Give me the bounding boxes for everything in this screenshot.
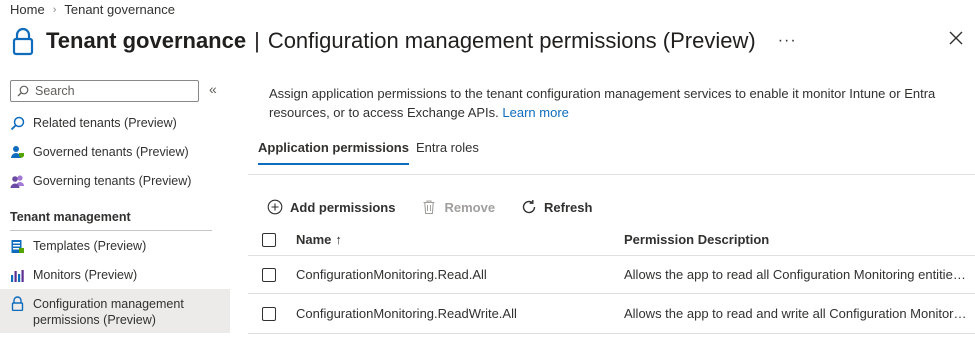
more-options-button[interactable]: ··· <box>778 32 797 50</box>
page-title: Tenant governance <box>46 28 247 53</box>
sort-ascending-icon: ↑ <box>335 232 342 247</box>
chart-icon <box>11 270 24 282</box>
sidebar-item-templates[interactable]: Templates (Preview) <box>0 239 230 259</box>
sidebar-item-governed-tenants[interactable]: Governed tenants (Preview) <box>0 145 230 165</box>
permission-description: Allows the app to read all Configuration… <box>624 267 969 282</box>
sidebar-item-configuration-management-permissions[interactable]: Configuration management permissions (Pr… <box>0 289 230 333</box>
row-checkbox[interactable] <box>262 306 276 321</box>
add-icon <box>267 199 283 215</box>
learn-more-link[interactable]: Learn more <box>502 105 568 120</box>
permission-name: ConfigurationMonitoring.Read.All <box>296 267 487 282</box>
add-permissions-label: Add permissions <box>290 199 396 215</box>
template-icon <box>11 240 24 253</box>
main-content: Assign application permissions to the te… <box>248 72 975 344</box>
users-icon <box>10 175 24 188</box>
sidebar-item-label-line-1: Configuration management <box>33 297 184 311</box>
search-input[interactable] <box>35 84 195 98</box>
sidebar: « Related tenants (Preview) Governed ten… <box>0 72 232 344</box>
select-all-checkbox[interactable] <box>262 232 276 247</box>
trash-icon <box>423 200 435 215</box>
sidebar-item-governing-tenants[interactable]: Governing tenants (Preview) <box>0 174 230 194</box>
table-row[interactable]: ConfigurationMonitoring.Read.All Allows … <box>248 256 975 294</box>
column-header-name-label: Name <box>296 232 332 247</box>
table-header-row: Name ↑ Permission Description <box>248 224 975 256</box>
breadcrumb: Home › Tenant governance <box>10 2 175 17</box>
tab-application-permissions[interactable]: Application permissions <box>258 140 409 165</box>
collapse-sidebar-button[interactable]: « <box>209 81 217 97</box>
permissions-table: Name ↑ Permission Description Configurati… <box>248 224 975 334</box>
sidebar-item-related-tenants[interactable]: Related tenants (Preview) <box>0 116 230 136</box>
close-icon[interactable] <box>946 28 966 48</box>
row-checkbox[interactable] <box>262 267 276 282</box>
sidebar-item-label: Governing tenants (Preview) <box>33 174 192 188</box>
column-header-name[interactable]: Name ↑ <box>296 232 342 247</box>
refresh-icon <box>522 200 536 214</box>
sidebar-item-monitors[interactable]: Monitors (Preview) <box>0 268 230 288</box>
tab-bar: Application permissions Entra roles <box>248 138 975 175</box>
search-icon <box>10 116 25 131</box>
description-text: Assign application permissions to the te… <box>269 86 936 120</box>
sidebar-item-label: Configuration management permissions (Pr… <box>33 296 184 328</box>
sidebar-item-label: Related tenants (Preview) <box>33 116 177 130</box>
breadcrumb-current[interactable]: Tenant governance <box>64 2 175 17</box>
permission-name: ConfigurationMonitoring.ReadWrite.All <box>296 306 517 321</box>
refresh-label: Refresh <box>544 199 593 215</box>
description: Assign application permissions to the te… <box>269 84 949 122</box>
search-box[interactable] <box>10 80 199 102</box>
sidebar-item-label: Monitors (Preview) <box>33 268 138 282</box>
section-heading-tenant-management: Tenant management <box>10 210 131 224</box>
page-subtitle: Configuration management permissions (Pr… <box>267 28 756 53</box>
lock-icon <box>12 27 34 56</box>
sidebar-item-label-line-2: permissions (Preview) <box>33 313 156 327</box>
divider <box>10 230 212 231</box>
column-header-description: Permission Description <box>624 232 770 247</box>
breadcrumb-separator: › <box>52 3 57 16</box>
page-header: Tenant governance | Configuration manage… <box>10 26 797 56</box>
permission-description: Allows the app to read and write all Con… <box>624 306 969 321</box>
remove-button[interactable]: Remove <box>421 199 495 215</box>
lock-icon <box>11 296 24 311</box>
sidebar-item-label: Governed tenants (Preview) <box>33 145 189 159</box>
refresh-button[interactable]: Refresh <box>521 199 592 215</box>
breadcrumb-home[interactable]: Home <box>10 2 45 17</box>
title-separator: | <box>254 28 260 53</box>
tab-entra-roles[interactable]: Entra roles <box>416 140 479 163</box>
remove-label: Remove <box>444 199 496 215</box>
search-icon <box>17 85 29 97</box>
table-row[interactable]: ConfigurationMonitoring.ReadWrite.All Al… <box>248 294 975 334</box>
add-permissions-button[interactable]: Add permissions <box>267 199 395 215</box>
sidebar-item-label: Templates (Preview) <box>33 239 147 253</box>
user-shield-icon <box>11 146 24 158</box>
toolbar: Add permissions Remove Refresh <box>267 198 618 216</box>
